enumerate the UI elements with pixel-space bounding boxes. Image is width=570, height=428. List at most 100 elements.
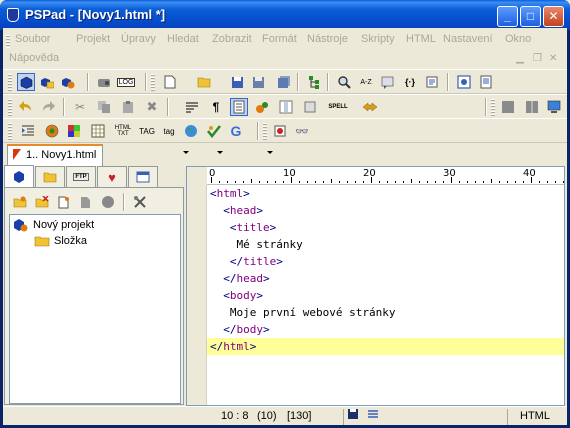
save-icon[interactable] xyxy=(228,73,246,91)
toolbar-grip[interactable] xyxy=(491,99,495,116)
syntax-mode[interactable]: HTML xyxy=(507,409,567,425)
menu-napoveda[interactable]: Nápověda xyxy=(9,52,59,64)
menu-format[interactable]: Formát xyxy=(262,33,297,45)
mdi-close-icon[interactable]: ✕ xyxy=(549,53,557,64)
clip-icon[interactable] xyxy=(423,73,441,91)
toolbar-grip[interactable] xyxy=(151,74,155,91)
code-line[interactable]: </head> xyxy=(207,270,564,287)
maximize-button[interactable]: □ xyxy=(520,6,541,27)
column-mode-icon[interactable] xyxy=(277,98,295,116)
delete-icon[interactable]: ✖ xyxy=(143,98,161,116)
spell-check-icon[interactable]: SPELL xyxy=(327,98,349,116)
project-save-icon[interactable] xyxy=(59,73,77,91)
html-to-txt-icon[interactable]: HTML TXT xyxy=(113,122,133,140)
mdi-restore-icon[interactable]: ❐ xyxy=(533,53,542,64)
menu-html[interactable]: HTML xyxy=(406,33,436,45)
minimize-button[interactable]: _ xyxy=(497,6,518,27)
code-editor[interactable]: 0 10 20 30 40 <html> <head> <title> Mé s… xyxy=(186,166,565,406)
tree-item-folder[interactable]: Složka xyxy=(34,235,87,247)
copy-icon[interactable] xyxy=(95,98,113,116)
wrap-lines-icon[interactable] xyxy=(183,98,201,116)
project-tree[interactable]: Nový projekt Složka xyxy=(9,214,181,404)
tree-structure-icon[interactable] xyxy=(305,73,323,91)
tag-uppercase-icon[interactable]: TAG xyxy=(136,122,158,140)
monitor-icon[interactable] xyxy=(545,98,563,116)
table-icon[interactable] xyxy=(89,122,107,140)
open-project-icon[interactable] xyxy=(38,73,56,91)
toolbar-grip[interactable] xyxy=(8,123,12,140)
pspad-app-icon[interactable] xyxy=(7,8,19,22)
indent-icon[interactable] xyxy=(19,122,37,140)
remove-project-icon[interactable] xyxy=(33,193,51,211)
title-bar[interactable]: PSPad - [Novy1.html *] _ □ ✕ xyxy=(0,0,570,30)
code-line[interactable]: <title> xyxy=(207,219,564,236)
preview-icon[interactable] xyxy=(455,73,473,91)
menu-projekt[interactable]: Projekt xyxy=(76,33,110,45)
new-file-icon[interactable] xyxy=(161,73,179,91)
menu-zobrazit[interactable]: Zobrazit xyxy=(212,33,252,45)
open-folder-icon[interactable] xyxy=(195,73,213,91)
tab-opened-files[interactable] xyxy=(128,166,158,187)
add-project-icon[interactable] xyxy=(11,193,29,211)
log-icon[interactable]: LOG xyxy=(116,73,136,91)
split-view-icon[interactable] xyxy=(523,98,541,116)
project-blue-icon[interactable] xyxy=(17,73,35,91)
line-ending-icon[interactable] xyxy=(365,409,387,425)
menu-nastaveni[interactable]: Nastavení xyxy=(443,33,493,45)
color-palette-icon[interactable] xyxy=(65,122,83,140)
toolbar-grip[interactable] xyxy=(263,123,267,140)
cut-icon[interactable]: ✂ xyxy=(71,98,89,116)
close-button[interactable]: ✕ xyxy=(543,6,564,27)
mdi-minimize-icon[interactable]: ▁ xyxy=(516,53,524,64)
record-macro-icon[interactable] xyxy=(271,122,289,140)
toolbar-grip[interactable] xyxy=(8,74,12,91)
menu-okno[interactable]: Okno xyxy=(505,33,531,45)
menu-nastroje[interactable]: Nástroje xyxy=(307,33,348,45)
undo-icon[interactable] xyxy=(17,98,35,116)
show-special-chars-icon[interactable]: ¶ xyxy=(207,98,225,116)
tag-lowercase-icon[interactable]: tag xyxy=(159,122,179,140)
fullscreen-icon[interactable] xyxy=(499,98,517,116)
find-in-files-icon[interactable] xyxy=(379,73,397,91)
search-icon[interactable] xyxy=(335,73,353,91)
tools-icon[interactable] xyxy=(131,193,149,211)
menubar-grip[interactable] xyxy=(6,35,10,48)
project-settings-circle-icon[interactable] xyxy=(99,193,117,211)
validator-icon[interactable] xyxy=(205,122,223,140)
menu-upravy[interactable]: Úpravy xyxy=(121,33,156,45)
editor-gutter[interactable] xyxy=(187,185,207,405)
code-line[interactable]: </html> xyxy=(207,338,564,355)
code-line[interactable]: <body> xyxy=(207,287,564,304)
code-explorer-icon[interactable] xyxy=(253,98,271,116)
readonly-icon[interactable] xyxy=(301,98,319,116)
matching-bracket-icon[interactable]: {·} xyxy=(401,73,419,91)
macro-icon[interactable] xyxy=(95,73,113,91)
save-dropdown-icon[interactable] xyxy=(249,73,267,91)
save-state-icon[interactable] xyxy=(343,409,365,425)
line-numbers-icon[interactable] xyxy=(230,98,248,116)
code-line[interactable]: Moje první webové stránky xyxy=(207,304,564,321)
play-macro-icon[interactable]: 👓 xyxy=(293,122,311,140)
globe-icon[interactable] xyxy=(182,122,200,140)
color-picker-icon[interactable] xyxy=(43,122,61,140)
replace-icon[interactable]: A-Z xyxy=(357,73,375,91)
toolbar-grip[interactable] xyxy=(8,99,12,116)
tab-project[interactable] xyxy=(4,165,34,188)
menu-soubor[interactable]: Soubor xyxy=(15,33,50,45)
code-line[interactable]: </body> xyxy=(207,321,564,338)
code-line[interactable]: </title> xyxy=(207,253,564,270)
code-line[interactable]: Mé stránky xyxy=(207,236,564,253)
print-preview-icon[interactable] xyxy=(477,73,495,91)
paste-icon[interactable] xyxy=(119,98,137,116)
tab-favorites[interactable]: ♥ xyxy=(97,166,127,187)
redo-icon[interactable] xyxy=(39,98,57,116)
menu-skripty[interactable]: Skripty xyxy=(361,33,395,45)
add-file-icon[interactable] xyxy=(55,193,73,211)
tab-ftp[interactable]: FTP xyxy=(66,166,96,187)
remove-file-icon[interactable] xyxy=(77,193,95,211)
menu-hledat[interactable]: Hledat xyxy=(167,33,199,45)
code-area[interactable]: <html> <head> <title> Mé stránky </title… xyxy=(207,185,564,405)
bookmark-icon[interactable] xyxy=(361,98,379,116)
doc-tab-novy1[interactable]: 1.. Novy1.html xyxy=(7,144,103,166)
tree-item-project[interactable]: Nový projekt xyxy=(13,218,94,232)
